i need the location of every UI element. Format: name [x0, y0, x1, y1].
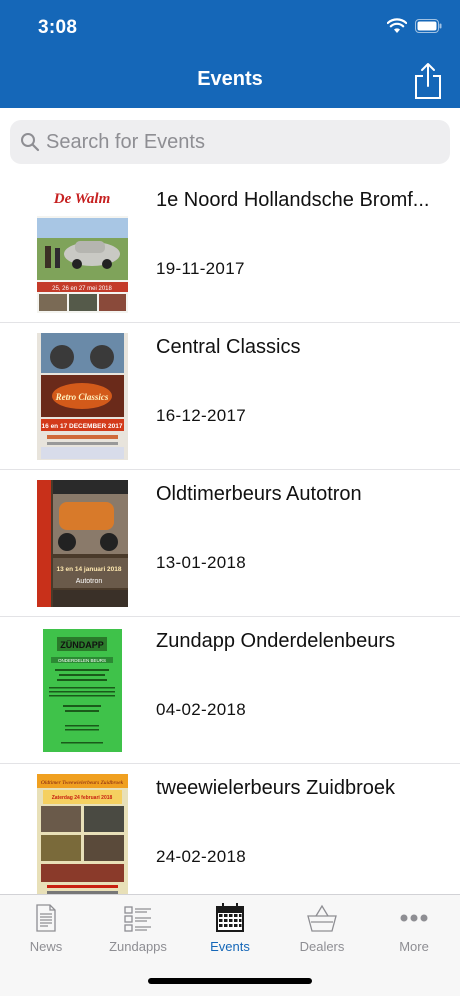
tab-events[interactable]: Events — [184, 895, 276, 959]
share-button[interactable] — [414, 62, 442, 100]
event-date: 13-01-2018 — [156, 553, 246, 572]
event-title: Oldtimerbeurs Autotron — [156, 483, 362, 505]
event-row[interactable]: 13 en 14 januari 2018 Autotron Oldtimerb… — [0, 470, 460, 617]
tab-label: More — [399, 939, 429, 954]
event-date: 19-11-2017 — [156, 259, 245, 278]
event-title: Central Classics — [156, 336, 301, 358]
search-bar[interactable] — [10, 120, 450, 164]
event-row[interactable]: De Walm 25, 26 en 27 mei 2018 1e Noord H… — [0, 176, 460, 323]
svg-text:ZÜNDAPP: ZÜNDAPP — [60, 640, 104, 650]
page-title: Events — [197, 68, 263, 90]
event-title: Zundapp Onderdelenbeurs — [156, 630, 396, 652]
event-poster-image: Oldtimer Tweewielerbeurs Zuidbroek Zater… — [37, 774, 128, 901]
calendar-icon — [216, 903, 244, 932]
svg-text:13 en 14 januari 2018: 13 en 14 januari 2018 — [56, 566, 121, 573]
newspaper-icon — [36, 904, 56, 932]
events-list: De Walm 25, 26 en 27 mei 2018 1e Noord H… — [0, 176, 460, 911]
event-row[interactable]: Retro Classics 16 en 17 DECEMBER 2017 Ce… — [0, 323, 460, 470]
more-icon — [400, 914, 428, 922]
tab-label: Dealers — [299, 939, 345, 954]
event-date: 24-02-2018 — [156, 847, 246, 866]
list-icon — [124, 906, 151, 932]
tab-more[interactable]: More — [368, 895, 460, 959]
tab-bar: News Zundapps Events Dealers More — [0, 894, 460, 996]
search-input[interactable] — [46, 120, 436, 164]
svg-text:Retro Classics: Retro Classics — [55, 392, 109, 402]
tab-dealers[interactable]: Dealers — [276, 895, 368, 959]
svg-text:Autotron: Autotron — [76, 578, 103, 585]
tab-label: News — [29, 939, 63, 954]
event-date: 04-02-2018 — [156, 700, 246, 719]
event-poster-image: 13 en 14 januari 2018 Autotron — [37, 480, 128, 607]
nav-header: 3:08 Events — [0, 0, 460, 108]
tab-zundapps[interactable]: Zundapps — [92, 895, 184, 959]
home-indicator — [148, 978, 312, 984]
event-date: 16-12-2017 — [156, 406, 246, 425]
event-poster-image: ZÜNDAPP ONDERDELEN BEURS — [37, 627, 128, 754]
status-time: 3:08 — [38, 17, 78, 38]
svg-text:Oldtimer Tweewielerbeurs Zuidb: Oldtimer Tweewielerbeurs Zuidbroek — [41, 780, 124, 786]
tab-label: Zundapps — [109, 939, 167, 954]
svg-text:De Walm: De Walm — [53, 191, 111, 207]
wifi-icon — [387, 18, 407, 33]
svg-text:ONDERDELEN BEURS: ONDERDELEN BEURS — [58, 658, 106, 663]
event-title: tweewielerbeurs Zuidbroek — [156, 777, 396, 799]
share-icon — [415, 63, 441, 99]
search-icon — [21, 133, 40, 152]
tab-label: Events — [210, 939, 250, 954]
event-row[interactable]: Oldtimer Tweewielerbeurs Zuidbroek Zater… — [0, 764, 460, 911]
svg-text:25, 26 en 27 mei 2018: 25, 26 en 27 mei 2018 — [52, 286, 112, 292]
basket-icon — [307, 904, 337, 932]
svg-text:16 en 17 DECEMBER 2017: 16 en 17 DECEMBER 2017 — [42, 423, 123, 430]
event-poster-image: Retro Classics 16 en 17 DECEMBER 2017 — [37, 333, 128, 460]
tab-news[interactable]: News — [0, 895, 92, 959]
status-icons — [387, 18, 442, 34]
svg-text:Zaterdag 24 februari 2018: Zaterdag 24 februari 2018 — [52, 795, 113, 801]
battery-icon — [415, 19, 442, 33]
event-title: 1e Noord Hollandsche Bromf... — [156, 189, 430, 211]
event-poster-image: De Walm 25, 26 en 27 mei 2018 — [37, 186, 128, 313]
event-row[interactable]: ZÜNDAPP ONDERDELEN BEURS Zundapp Onderde… — [0, 617, 460, 764]
